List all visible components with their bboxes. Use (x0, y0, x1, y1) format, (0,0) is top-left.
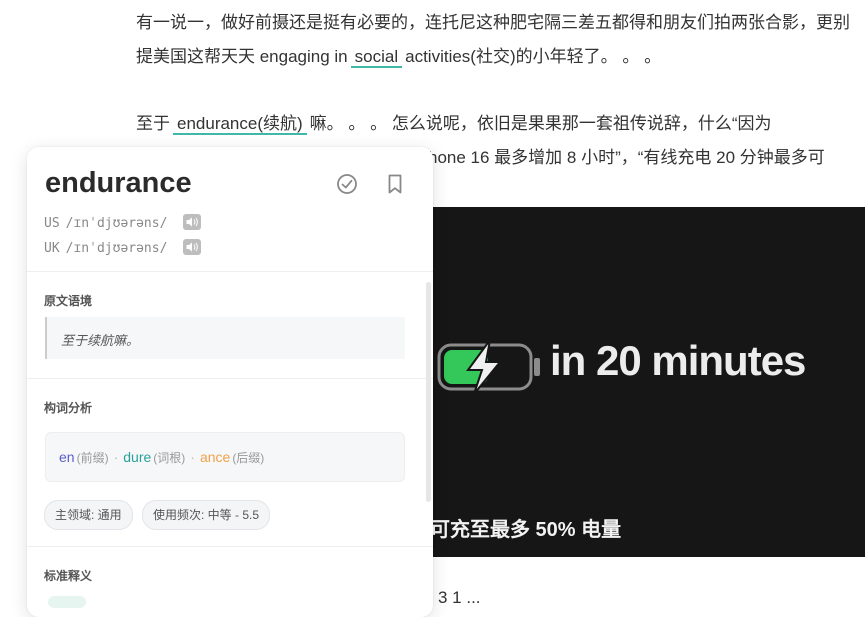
article-text: 提美国这帮天天 engaging in (136, 47, 348, 66)
morph-root: dure (123, 449, 152, 465)
morph-suffix-tag: (后缀) (232, 451, 265, 465)
play-us-audio-button[interactable] (183, 214, 202, 234)
article-line-3: 至于 endurance(续航) 嘛。 。 。 怎么说呢，依旧是果果那一套祖传说辞，… (136, 107, 772, 140)
context-quote: 至于续航嘛。 (45, 317, 405, 359)
morph-prefix-tag: (前缀) (76, 451, 109, 465)
video-title: in 20 minutes (550, 337, 806, 384)
bookmark-icon (388, 174, 402, 194)
region-label: US (44, 216, 60, 231)
ipa-text: /ɪnˈdjʊərəns/ (65, 241, 168, 256)
morphology-section-title: 构词分析 (44, 401, 93, 415)
popup-scrollbar[interactable] (426, 282, 431, 502)
article-line-2: 提美国这帮天天 engaging in social activities(社交)的… (136, 40, 661, 73)
morphology-row: en (前缀) · dure (词根) · ance (后缀) (59, 449, 264, 466)
separator-dot: · (190, 449, 195, 465)
definition-section-title: 标准释义 (44, 569, 93, 583)
mark-mastered-button[interactable] (335, 172, 359, 196)
highlighted-word-endurance[interactable]: endurance(续航) (173, 114, 307, 135)
morph-suffix: ance (199, 449, 231, 465)
headword: endurance (45, 167, 192, 199)
context-quote-text: 至于续航嘛。 (61, 333, 140, 348)
article-bottom-fragment: 3 1 ... (438, 588, 481, 607)
morph-prefix: en (59, 449, 75, 465)
video-caption: 可充至最多 50% 电量 (430, 519, 622, 541)
bookmark-button[interactable] (383, 172, 407, 196)
ipa-text: /ɪnˈdjʊərəns/ (65, 216, 168, 231)
highlighted-word-social[interactable]: social (350, 47, 403, 68)
divider (27, 378, 433, 379)
separator-dot: · (113, 449, 119, 465)
context-section-title: 原文语境 (44, 294, 93, 308)
video-frame[interactable]: in 20 minutes 可充至最多 50% 电量 (430, 207, 865, 557)
play-uk-audio-button[interactable] (183, 239, 202, 259)
article-text: 至于 (136, 114, 170, 133)
divider (27, 546, 433, 547)
battery-charging-icon (437, 340, 540, 395)
article-line-1: 有一说一，做好前摄还是挺有必要的，连托尼这种肥宅隔三差五都得和朋友们拍两张合影，… (136, 13, 850, 32)
region-label: UK (44, 241, 60, 256)
article-text: 嘛。 。 。 怎么说呢，依旧是果果那一套祖传说辞，什么“因为 (309, 114, 772, 133)
divider (27, 271, 433, 272)
frequency-tag: 使用频次: 中等 - 5.5 (142, 500, 271, 530)
word-lookup-popup: endurance US/ɪnˈdjʊərəns/ UK/ɪnˈdjʊərəns… (27, 147, 433, 617)
definition-chip (48, 596, 86, 608)
domain-tag: 主领域: 通用 (44, 500, 133, 530)
morphology-box: en (前缀) · dure (词根) · ance (后缀) (45, 432, 405, 482)
check-circle-icon (337, 174, 357, 194)
morph-root-tag: (词根) (153, 451, 186, 465)
article-line-4: hone 16 最多增加 8 小时”，“有线充电 20 分钟最多可 (428, 148, 825, 167)
speaker-icon (183, 214, 202, 230)
article-text: activities(社交)的小年轻了。 。 。 (405, 47, 662, 66)
pronunciation-us: US/ɪnˈdjʊərəns/ (44, 214, 202, 234)
pronunciation-uk: UK/ɪnˈdjʊərəns/ (44, 239, 202, 259)
speaker-icon (183, 239, 202, 255)
